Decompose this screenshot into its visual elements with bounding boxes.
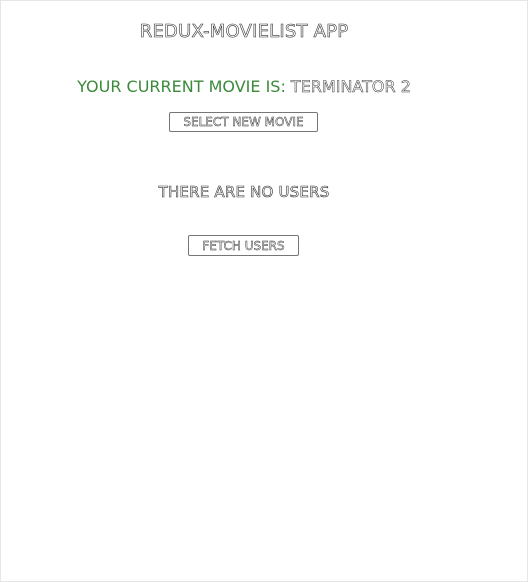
select-new-movie-button[interactable]: SELECT NEW MOVIE — [169, 112, 318, 132]
current-movie-line: YOUR CURRENT MOVIE IS: TERMINATOR 2 — [0, 76, 488, 98]
current-movie-value: TERMINATOR 2 — [290, 77, 411, 97]
fetch-users-button[interactable]: FETCH USERS — [188, 235, 299, 256]
app-title: REDUX-MOVIELIST APP — [139, 21, 349, 43]
current-movie-label: YOUR CURRENT MOVIE IS: — [77, 77, 291, 96]
users-empty-message: THERE ARE NO USERS — [158, 183, 330, 202]
